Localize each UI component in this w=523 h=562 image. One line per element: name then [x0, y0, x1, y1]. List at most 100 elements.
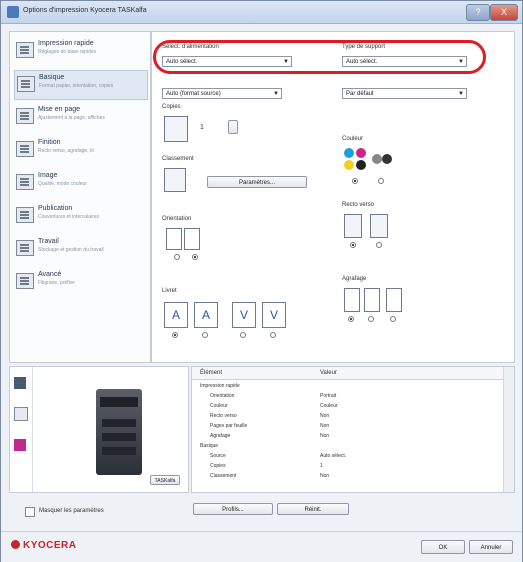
sidebar-item-job[interactable]: Travail Stockage et gestion du travail: [14, 235, 146, 263]
table-row[interactable]: Agrafage Non: [192, 433, 502, 441]
mono-print-icon: [372, 148, 396, 172]
staple-two-radio[interactable]: [390, 316, 396, 322]
window-title: Options d'impression Kyocera TASKalfa: [23, 7, 147, 14]
sidebar-item-basic[interactable]: Basique Format papier, orientation, copi…: [14, 70, 148, 100]
sidebar-item-finishing[interactable]: Finition Recto verso, agrafage, tri: [14, 136, 146, 164]
row-value: Couleur: [320, 403, 338, 409]
sidebar-item-label: Impression rapide: [38, 40, 94, 47]
collate-icon: [164, 168, 186, 192]
table-row[interactable]: Source Auto sélect.: [192, 453, 502, 461]
row-item: Copies: [210, 463, 226, 469]
landscape-radio[interactable]: [192, 254, 198, 260]
staple-none-icon: [344, 288, 360, 312]
booklet-radio-1[interactable]: [172, 332, 178, 338]
booklet-radio-4[interactable]: [270, 332, 276, 338]
staple-none-radio[interactable]: [348, 316, 354, 322]
row-item: Classement: [210, 473, 237, 479]
model-badge: TASKalfa: [150, 475, 180, 485]
table-row[interactable]: Classement Non: [192, 473, 502, 481]
copies-icon: [164, 116, 188, 142]
col-value-header[interactable]: Valeur: [320, 370, 337, 376]
preview-tabs: [10, 367, 33, 492]
row-item: Source: [210, 453, 226, 459]
booklet-radio-3[interactable]: [240, 332, 246, 338]
sidebar-item-quick-print[interactable]: Impression rapide Réglages de base rapid…: [14, 37, 146, 65]
color-label: Couleur: [342, 136, 364, 142]
table-row[interactable]: Pages par feuille Non: [192, 423, 502, 431]
sidebar-item-publishing[interactable]: Publication Couvertures et intercalaires: [14, 202, 146, 230]
copies-label: Copies: [162, 104, 181, 110]
portrait-radio[interactable]: [174, 254, 180, 260]
row-item: Basique: [200, 443, 219, 449]
profiles-button[interactable]: Profils...: [193, 503, 273, 515]
orientation-label: Orientation: [162, 216, 192, 222]
highlight-oval: [153, 40, 486, 74]
color-print-icon: [344, 148, 368, 172]
sidebar-item-layout[interactable]: Mise en page Ajustement à la page, affic…: [14, 103, 146, 131]
printer-view-icon[interactable]: [14, 377, 26, 389]
reset-button[interactable]: Réinit.: [277, 503, 349, 515]
size-select[interactable]: Auto (format source) ▼: [162, 88, 282, 99]
booklet-label: Livret: [162, 288, 177, 294]
row-item: Impression rapide: [200, 383, 240, 389]
copies-value[interactable]: 1: [200, 124, 204, 131]
close-button[interactable]: X: [490, 4, 518, 21]
copies-stepper[interactable]: [228, 120, 238, 134]
row-value: Non: [320, 413, 330, 419]
row-value: Non: [320, 423, 330, 429]
default-select[interactable]: Par défaut ▼: [342, 88, 467, 99]
printer-image: [96, 389, 142, 475]
job-icon: [16, 240, 34, 256]
sidebar-item-desc: Stockage et gestion du travail: [38, 247, 104, 253]
staple-one-icon: [364, 288, 380, 312]
chevron-down-icon: ▼: [458, 91, 464, 97]
col-item-header[interactable]: Élément: [200, 370, 222, 376]
hide-settings-checkbox[interactable]: [25, 507, 35, 517]
logo-text: KYOCERA: [23, 540, 77, 551]
sidebar-item-label: Finition: [38, 139, 61, 146]
staple-label: Agrafage: [342, 276, 367, 282]
sidebar-item-label: Basique: [39, 74, 65, 81]
finishing-icon: [16, 141, 34, 157]
sidebar-item-advanced[interactable]: Avancé Filigrane, préfixe: [14, 268, 146, 296]
mono-radio[interactable]: [378, 178, 384, 184]
booklet-radio-2[interactable]: [202, 332, 208, 338]
collate-settings-button[interactable]: Paramètres...: [207, 176, 307, 188]
letter-v2-icon: V: [262, 302, 286, 328]
staple-two-icon: [386, 288, 402, 312]
ok-button[interactable]: OK: [421, 540, 465, 554]
table-row[interactable]: Impression rapide: [192, 383, 502, 391]
staple-one-radio[interactable]: [368, 316, 374, 322]
row-value: Non: [320, 473, 330, 479]
color-radio[interactable]: [352, 178, 358, 184]
row-item: Pages par feuille: [210, 423, 248, 429]
table-row[interactable]: Couleur Couleur: [192, 403, 502, 411]
printer-preview: TASKalfa: [9, 366, 189, 493]
table-row[interactable]: Basique: [192, 443, 502, 451]
chevron-down-icon: ▼: [273, 91, 279, 97]
sidebar-item-desc: Ajustement à la page, affiches: [38, 115, 105, 121]
table-row[interactable]: Recto verso Non: [192, 413, 502, 421]
collate-label: Classement: [162, 156, 194, 162]
color-view-icon[interactable]: [14, 439, 26, 451]
table-row[interactable]: Copies 1: [192, 463, 502, 471]
duplex-off-radio[interactable]: [350, 242, 356, 248]
cancel-button[interactable]: Annuler: [469, 540, 513, 554]
row-value: Portrait: [320, 393, 337, 399]
sidebar-item-desc: Recto verso, agrafage, tri: [38, 148, 95, 154]
sidebar-item-label: Travail: [38, 238, 59, 245]
page-view-icon[interactable]: [14, 407, 28, 421]
sidebar-item-desc: Format papier, orientation, copies: [39, 83, 114, 89]
sidebar-item-image[interactable]: Image Qualité, mode couleur: [14, 169, 146, 197]
table-row[interactable]: Orientation Portrait: [192, 393, 502, 401]
hide-settings-label: Masquer les paramètres: [39, 508, 104, 514]
help-button[interactable]: ?: [466, 4, 490, 21]
quick-print-icon: [16, 42, 34, 58]
sidebar-item-label: Mise en page: [38, 106, 81, 113]
basic-icon: [17, 76, 35, 92]
publishing-icon: [16, 207, 34, 223]
duplex-on-radio[interactable]: [376, 242, 382, 248]
sidebar-item-desc: Filigrane, préfixe: [38, 280, 75, 286]
print-options-window: Options d'impression Kyocera TASKalfa ? …: [0, 0, 523, 562]
table-scrollbar[interactable]: [503, 367, 514, 492]
